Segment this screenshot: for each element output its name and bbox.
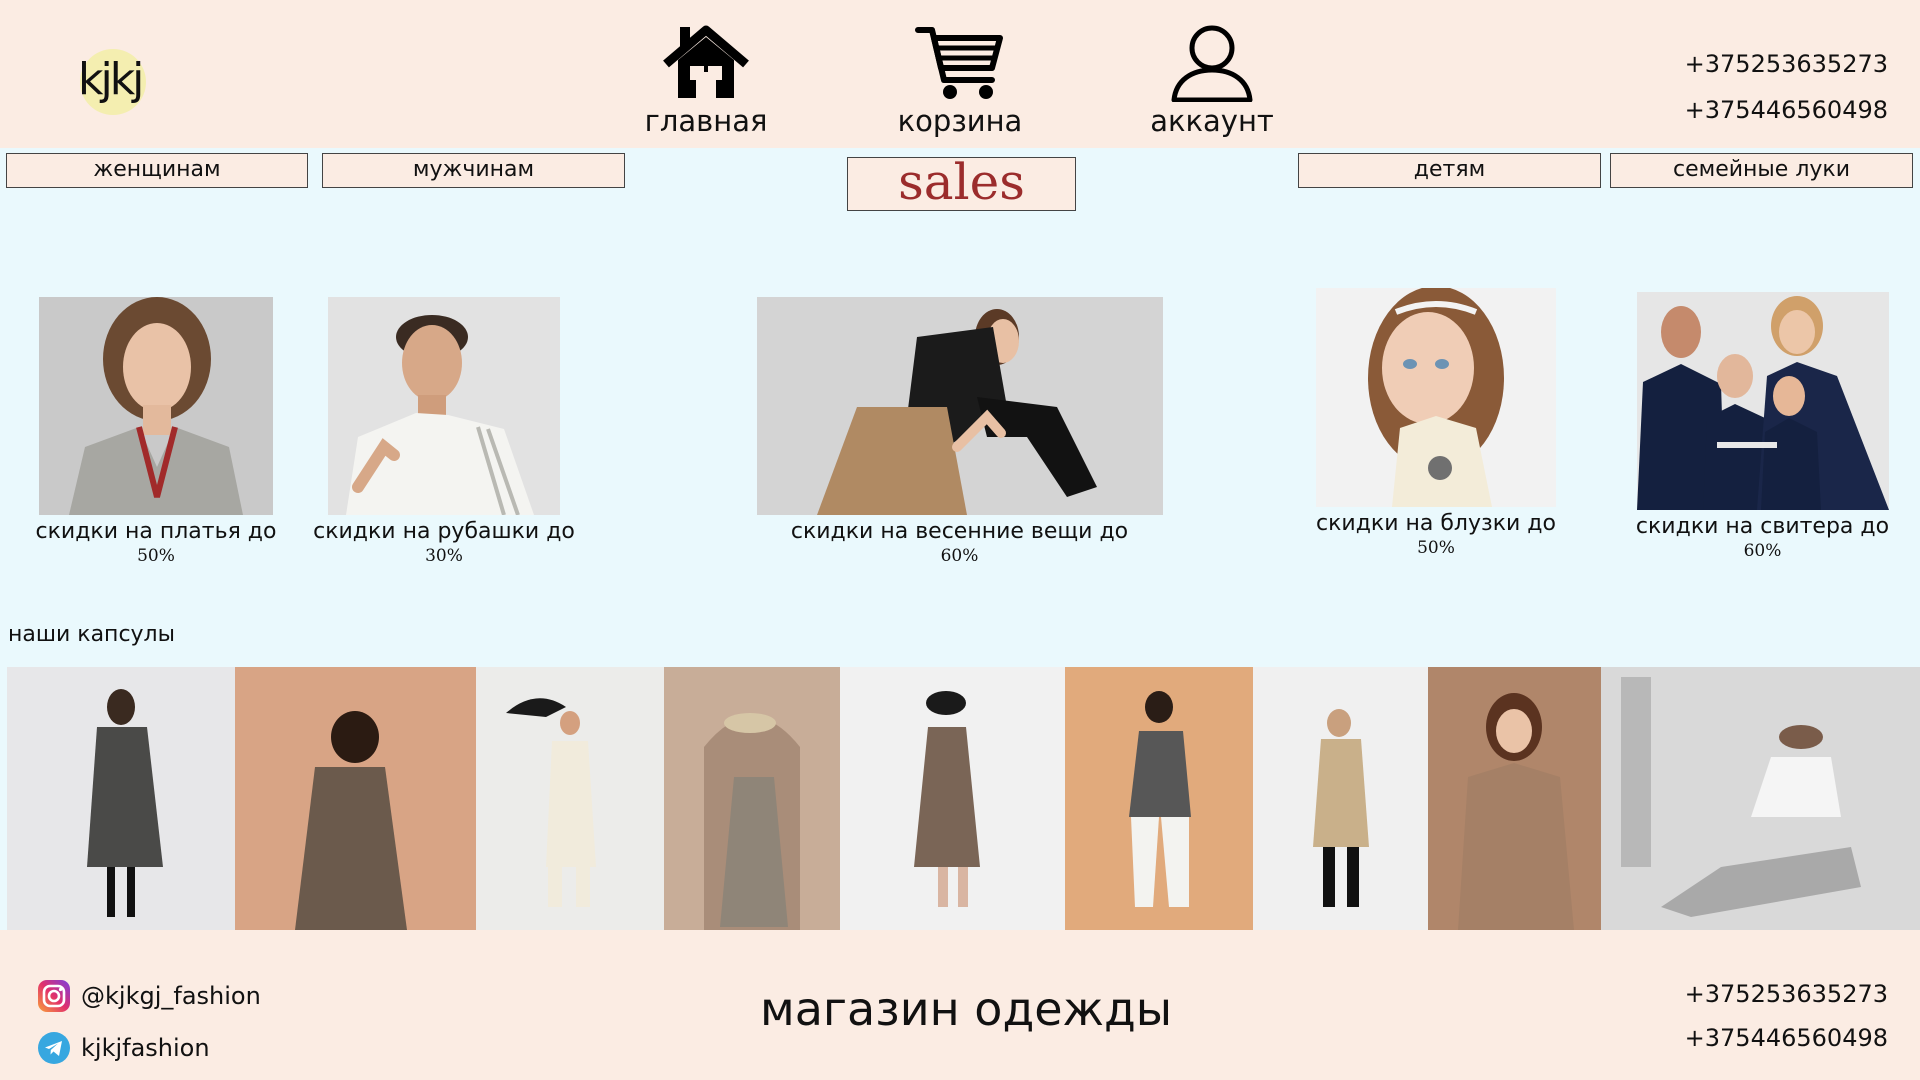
- deal-card-sweaters[interactable]: скидки на свитера до 60%: [1630, 292, 1895, 561]
- capsule-gallery: [7, 667, 1920, 930]
- deal-percent-blouses: 50%: [1417, 538, 1455, 558]
- deal-card-blouses[interactable]: скидки на блузки до 50%: [1312, 288, 1560, 558]
- deal-percent-dresses: 50%: [137, 546, 175, 566]
- logo-text: kjkj: [78, 54, 144, 105]
- nav-home[interactable]: главная: [616, 24, 796, 138]
- logo[interactable]: kjkj: [78, 43, 152, 115]
- deal-title-spring: скидки на весенние вещи до: [790, 519, 1129, 544]
- nav-account-label: аккаунт: [1150, 104, 1274, 138]
- deal-card-spring[interactable]: скидки на весенние вещи до 60%: [756, 297, 1163, 566]
- telegram-handle: kjkjfashion: [81, 1034, 210, 1062]
- telegram-link[interactable]: kjkjfashion: [37, 1031, 210, 1065]
- deal-photo-blouses[interactable]: [1316, 288, 1556, 507]
- nav-home-label: главная: [644, 104, 768, 138]
- nav-cart[interactable]: корзина: [870, 24, 1050, 138]
- footer: @kjkgj_fashion kjkjfashion магазин одежд…: [0, 930, 1920, 1080]
- header-phone-1[interactable]: +375253635273: [1685, 50, 1888, 78]
- capsule-photo[interactable]: [476, 667, 664, 930]
- deal-photo-sweaters[interactable]: [1636, 292, 1889, 510]
- deal-title-blouses: скидки на блузки до: [1316, 511, 1556, 536]
- deal-photo-spring[interactable]: [756, 297, 1163, 515]
- capsule-photo[interactable]: [7, 667, 235, 930]
- capsule-photo[interactable]: [1601, 667, 1920, 930]
- deal-percent-spring: 60%: [940, 546, 979, 566]
- deal-percent-shirts: 30%: [425, 546, 463, 566]
- deal-photo-dresses[interactable]: [39, 297, 273, 515]
- category-family-button[interactable]: семейные луки: [1610, 153, 1913, 188]
- deal-percent-sweaters: 60%: [1743, 541, 1782, 561]
- capsule-photo[interactable]: [1428, 667, 1601, 930]
- deal-card-shirts[interactable]: скидки на рубашки до 30%: [310, 297, 578, 566]
- deal-title-dresses: скидки на платья до: [35, 519, 277, 544]
- footer-phone-2[interactable]: +375446560498: [1685, 1024, 1888, 1052]
- home-icon: [663, 25, 749, 98]
- sales-button[interactable]: sales: [847, 157, 1076, 211]
- cart-icon: [915, 27, 1003, 99]
- nav-account[interactable]: аккаунт: [1122, 24, 1302, 138]
- category-women-button[interactable]: женщинам: [6, 153, 308, 188]
- deal-card-dresses[interactable]: скидки на платья до 50%: [19, 297, 293, 566]
- capsule-photo[interactable]: [840, 667, 1065, 930]
- header: kjkj главная корзина аккаунт +3752536352…: [0, 0, 1920, 148]
- footer-title: магазин одежды: [760, 982, 1173, 1036]
- deal-title-shirts: скидки на рубашки до: [313, 519, 575, 544]
- instagram-icon: [38, 980, 70, 1012]
- category-men-button[interactable]: мужчинам: [322, 153, 625, 188]
- header-phone-2[interactable]: +375446560498: [1685, 96, 1888, 124]
- capsules-title: наши капсулы: [8, 622, 175, 647]
- instagram-link[interactable]: @kjkgj_fashion: [37, 979, 261, 1013]
- footer-phone-1[interactable]: +375253635273: [1685, 980, 1888, 1008]
- telegram-icon: [38, 1032, 70, 1064]
- category-kids-button[interactable]: детям: [1298, 153, 1601, 188]
- capsule-photo[interactable]: [1253, 667, 1428, 930]
- account-icon: [1171, 25, 1253, 102]
- deal-title-sweaters: скидки на свитера до: [1635, 514, 1890, 539]
- capsule-photo[interactable]: [235, 667, 476, 930]
- nav-cart-label: корзина: [897, 104, 1023, 138]
- capsule-photo[interactable]: [664, 667, 840, 930]
- instagram-handle: @kjkgj_fashion: [81, 982, 261, 1010]
- deal-photo-shirts[interactable]: [328, 297, 560, 515]
- capsule-photo[interactable]: [1065, 667, 1253, 930]
